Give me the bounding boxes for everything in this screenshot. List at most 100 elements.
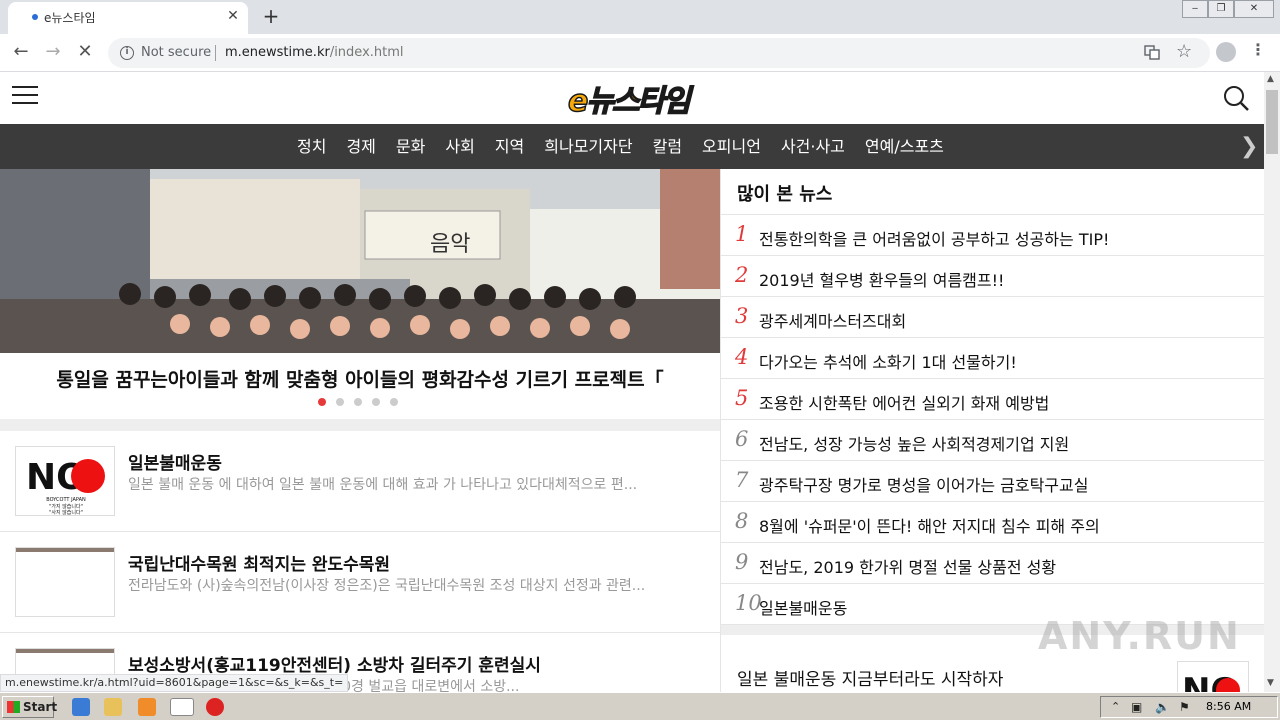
window-maximize-button[interactable]: ❐	[1208, 0, 1234, 18]
slider-dot[interactable]	[336, 398, 344, 406]
window-minimize-button[interactable]: ‒	[1182, 0, 1208, 18]
category-item[interactable]: 희나모기자단	[534, 124, 642, 169]
popular-item[interactable]: 8 8월에 '슈퍼문'이 뜬다! 해안 저지대 침수 피해 주의	[721, 502, 1264, 543]
slider-dot[interactable]	[372, 398, 380, 406]
new-tab-button[interactable]: +	[258, 4, 284, 30]
rank-number: 3	[735, 304, 749, 328]
news-title[interactable]: 일본불매운동	[128, 449, 222, 474]
favicon-icon	[32, 14, 38, 20]
popular-title[interactable]: 조용한 시한폭탄 에어컨 실외기 화재 예방법	[759, 390, 1049, 414]
news-title[interactable]: 국립난대수목원 최적지는 완도수목원	[128, 550, 390, 575]
popular-title[interactable]: 8월에 '슈퍼문'이 뜬다! 해안 저지대 침수 피해 주의	[759, 513, 1100, 537]
popular-item[interactable]: 5 조용한 시한폭탄 에어컨 실외기 화재 예방법	[721, 379, 1264, 420]
popular-title[interactable]: 전남도, 2019 한가위 명절 선물 상품전 성황	[759, 554, 1056, 578]
url-host: m.enewstime.kr	[225, 45, 330, 60]
thumb-text: "가지 않습니다"	[49, 503, 83, 510]
back-arrow-icon[interactable]: ←	[8, 41, 34, 65]
forward-arrow-icon[interactable]: →	[40, 41, 66, 65]
popular-title[interactable]: 전통한의학을 큰 어려움없이 공부하고 성공하는 TIP!	[759, 226, 1109, 250]
news-title[interactable]: 보성소방서(홍교119안전센터) 소방차 길터주기 훈련실시	[128, 651, 541, 676]
chrome-icon[interactable]	[170, 698, 194, 716]
ie-icon[interactable]	[72, 698, 90, 716]
address-bar[interactable]: i Not secure m.enewstime.kr/index.html ☆	[108, 38, 1210, 68]
popular-title[interactable]: 다가오는 추석에 소화기 1대 선물하기!	[759, 349, 1017, 373]
news-thumbnail[interactable]	[15, 547, 115, 617]
browser-tabbar: e뉴스타임 ✕ + ‒ ❐ ✕	[0, 0, 1280, 34]
tab-close-icon[interactable]: ✕	[224, 7, 242, 25]
rank-number: 5	[735, 386, 749, 410]
flag-icon[interactable]: ⚑	[1179, 700, 1190, 714]
news-item[interactable]: 국립난대수목원 최적지는 완도수목원 전라남도와 (사)숲속의전남(이사장 정은조…	[0, 532, 720, 633]
category-item[interactable]: 사건·사고	[771, 124, 855, 169]
site-logo[interactable]: e뉴스타임	[567, 76, 696, 120]
window-close-button[interactable]: ✕	[1234, 0, 1274, 18]
scroll-down-icon[interactable]: ▼	[1267, 678, 1274, 688]
category-item[interactable]: 오피니언	[692, 124, 771, 169]
bookmark-star-icon[interactable]: ☆	[1176, 41, 1192, 62]
news-summary[interactable]: 전라남도와 (사)숲속의전남(이사장 정은조)은 국립난대수목원 조성 대상지 …	[128, 575, 708, 595]
page-scrollbar[interactable]: ▲ ▼	[1264, 72, 1280, 692]
rank-number: 10	[735, 591, 762, 615]
url-path: /index.html	[329, 45, 404, 60]
category-item[interactable]: 칼럼	[643, 124, 692, 169]
url-separator	[215, 45, 216, 61]
scrollbar-thumb[interactable]	[1266, 90, 1278, 154]
category-item[interactable]: 연예/스포츠	[855, 124, 954, 169]
volume-icon[interactable]: 🔈	[1155, 700, 1170, 714]
news-summary[interactable]: 일본 불매 운동 에 대하여 일본 불매 운동에 대해 효과 가 나타나고 있다…	[128, 474, 708, 494]
watermark-text: ANY.RUN	[1038, 614, 1241, 658]
browser-menu-icon[interactable]: ⋮	[1250, 40, 1266, 59]
translate-icon[interactable]	[1144, 44, 1160, 64]
category-nav: 정치 경제 문화 사회 지역 희나모기자단 칼럼 오피니언 사건·사고 연예/스포츠 ❯	[0, 124, 1264, 169]
popular-title[interactable]: 광주탁구장 명가로 명성을 이어가는 금호탁구교실	[759, 472, 1088, 496]
news-list: NO BOYCOTT JAPAN "가지 않습니다" "사지 않습니다" 일본불매운동 일…	[0, 431, 720, 692]
network-icon[interactable]: ▣	[1131, 700, 1142, 714]
popular-item[interactable]: 7 광주탁구장 명가로 명성을 이어가는 금호탁구교실	[721, 461, 1264, 502]
security-label[interactable]: Not secure	[141, 45, 211, 60]
info-icon[interactable]: i	[120, 46, 134, 60]
news-item[interactable]: NO BOYCOTT JAPAN "가지 않습니다" "사지 않습니다" 일본불매운동 일…	[0, 431, 720, 532]
category-item[interactable]: 사회	[435, 124, 484, 169]
slider-dot[interactable]	[390, 398, 398, 406]
media-player-icon[interactable]	[138, 698, 156, 716]
popular-item[interactable]: 9 전남도, 2019 한가위 명절 선물 상품전 성황	[721, 543, 1264, 584]
chevron-right-icon[interactable]: ❯	[1240, 134, 1258, 159]
stop-loading-icon[interactable]: ✕	[72, 41, 98, 65]
popular-item[interactable]: 2 2019년 혈우병 환우들의 여름캠프!!	[721, 256, 1264, 297]
hero-photo[interactable]: 음악	[0, 169, 720, 353]
browser-tab[interactable]: e뉴스타임 ✕	[8, 2, 248, 34]
extra-news-title[interactable]: 일본 불매운동 지금부터라도 시작하자	[737, 665, 1003, 690]
rank-number: 4	[735, 345, 749, 369]
hero-caption[interactable]: 통일을 꿈꾸는아이들과 함께 맞춤형 아이들의 평화감수성 기르기 프로젝트「	[0, 365, 720, 392]
profile-avatar-icon[interactable]	[1216, 42, 1236, 62]
url-text[interactable]: m.enewstime.kr/index.html	[225, 45, 404, 60]
popular-title[interactable]: 일본불매운동	[759, 595, 847, 619]
popular-item[interactable]: 6 전남도, 성장 가능성 높은 사회적경제기업 지원	[721, 420, 1264, 461]
category-item[interactable]: 지역	[485, 124, 534, 169]
search-icon[interactable]	[1222, 84, 1250, 112]
popular-title[interactable]: 광주세계마스터즈대회	[759, 308, 906, 332]
category-item[interactable]: 문화	[386, 124, 435, 169]
rank-number: 8	[735, 509, 749, 533]
category-item[interactable]: 경제	[336, 124, 385, 169]
web-page: e뉴스타임 정치 경제 문화 사회 지역 희나모기자단 칼럼 오피니언 사건·사고 연예/스포츠 …	[0, 72, 1264, 692]
category-list: 정치 경제 문화 사회 지역 희나모기자단 칼럼 오피니언 사건·사고 연예/스포츠	[287, 124, 954, 169]
category-item[interactable]: 정치	[287, 124, 336, 169]
popular-item[interactable]: 4 다가오는 추석에 소화기 1대 선물하기!	[721, 338, 1264, 379]
scroll-up-icon[interactable]: ▲	[1267, 74, 1274, 84]
hero-slider[interactable]: 음악 통일을 꿈꾸는아이들과 함께 맞춤형 아이들의 평화감수성 기르기 프로젝…	[0, 169, 720, 419]
hamburger-menu-icon[interactable]	[12, 86, 38, 108]
site-logo-text: e뉴스타임	[567, 83, 691, 120]
news-thumbnail[interactable]: NO BOYCOTT JAPAN "가지 않습니다" "사지 않습니다"	[15, 446, 115, 516]
extra-news-thumbnail[interactable]: NO	[1177, 661, 1249, 692]
popular-title[interactable]: 전남도, 성장 가능성 높은 사회적경제기업 지원	[759, 431, 1069, 455]
start-button[interactable]: Start	[2, 696, 57, 718]
popular-item[interactable]: 3 광주세계마스터즈대회	[721, 297, 1264, 338]
slider-dot[interactable]	[354, 398, 362, 406]
popular-item[interactable]: 1 전통한의학을 큰 어려움없이 공부하고 성공하는 TIP!	[721, 215, 1264, 256]
tray-expand-icon[interactable]: ⌃	[1111, 700, 1120, 713]
popular-title[interactable]: 2019년 혈우병 환우들의 여름캠프!!	[759, 267, 1004, 291]
slider-dot[interactable]	[318, 398, 326, 406]
folder-icon[interactable]	[104, 698, 122, 716]
alert-icon[interactable]	[206, 698, 224, 716]
